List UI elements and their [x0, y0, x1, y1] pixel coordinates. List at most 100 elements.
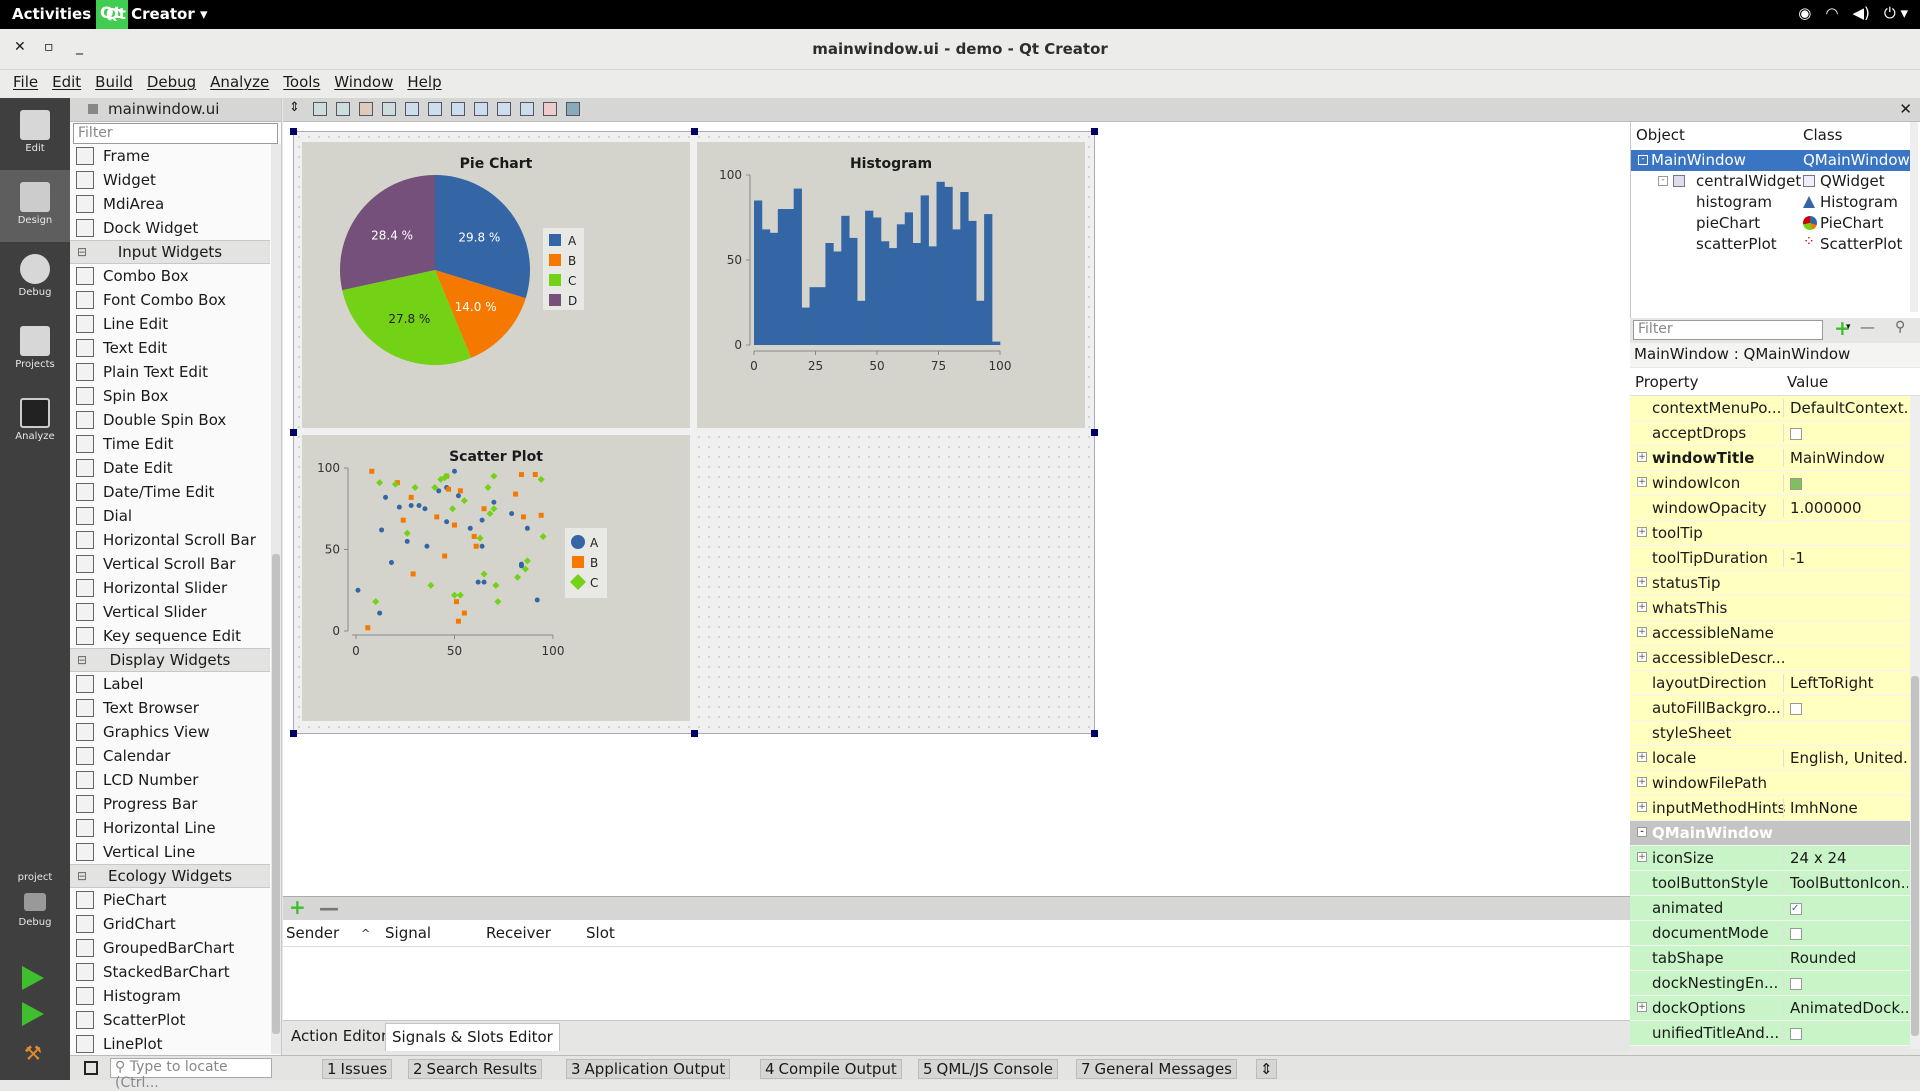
property-row[interactable]: + dockOptions AnimatedDock...: [1630, 996, 1910, 1021]
property-row[interactable]: acceptDrops: [1630, 421, 1910, 446]
widget-item[interactable]: GridChart: [70, 912, 270, 936]
menu-build[interactable]: Build: [88, 70, 140, 98]
resize-handle[interactable]: [1091, 128, 1098, 135]
widget-box-scrollbar[interactable]: [271, 144, 281, 1054]
widget-item[interactable]: Time Edit: [70, 432, 270, 456]
property-value[interactable]: ImhNone: [1783, 799, 1908, 817]
pane-menu-icon[interactable]: ⇕: [1256, 1059, 1277, 1079]
layout-grid-icon[interactable]: [520, 102, 534, 116]
property-value[interactable]: DefaultContext...: [1783, 399, 1908, 417]
property-value[interactable]: LeftToRight: [1783, 674, 1908, 692]
widget-item[interactable]: Vertical Slider: [70, 600, 270, 624]
widget-category[interactable]: ⊟ Ecology Widgets: [70, 864, 270, 888]
widget-item[interactable]: Horizontal Line: [70, 816, 270, 840]
expand-icon[interactable]: +: [1637, 477, 1647, 487]
scrollbar-thumb[interactable]: [1911, 676, 1919, 1036]
object-column-header[interactable]: Object: [1636, 126, 1685, 144]
property-row[interactable]: + iconSize 24 x 24: [1630, 846, 1910, 871]
property-row[interactable]: - QMainWindow: [1630, 821, 1910, 846]
layout-vertical-icon[interactable]: [428, 102, 442, 116]
widget-item[interactable]: Frame: [70, 144, 270, 168]
property-column-header[interactable]: Property: [1635, 373, 1698, 391]
resize-handle[interactable]: [290, 730, 297, 737]
widget-item[interactable]: Text Browser: [70, 696, 270, 720]
resize-handle[interactable]: [290, 128, 297, 135]
property-row[interactable]: + accessibleDescr...: [1630, 646, 1910, 671]
menu-help[interactable]: Help: [400, 70, 448, 98]
menu-window[interactable]: Window: [327, 70, 400, 98]
mode-edit[interactable]: Edit: [0, 98, 70, 170]
widget-item[interactable]: Font Combo Box: [70, 288, 270, 312]
mode-debug[interactable]: Debug: [0, 242, 70, 314]
widget-item[interactable]: Vertical Scroll Bar: [70, 552, 270, 576]
property-row[interactable]: tabShape Rounded: [1630, 946, 1910, 971]
property-value[interactable]: [1783, 1024, 1908, 1042]
widget-item[interactable]: Histogram: [70, 984, 270, 1008]
layout-h-splitter-icon[interactable]: [451, 102, 465, 116]
edit-widgets-icon[interactable]: [313, 102, 327, 116]
property-value[interactable]: 1.000000: [1783, 499, 1908, 517]
tab-signals-slots-editor[interactable]: Signals & Slots Editor: [385, 1023, 560, 1051]
expand-icon[interactable]: +: [1637, 1002, 1647, 1012]
widget-item[interactable]: Vertical Line: [70, 840, 270, 864]
property-row[interactable]: + windowFilePath: [1630, 771, 1910, 796]
mode-analyze[interactable]: Analyze: [0, 386, 70, 458]
property-row[interactable]: animated ✓: [1630, 896, 1910, 921]
add-connection-icon[interactable]: +: [289, 895, 306, 919]
run-icon[interactable]: [22, 966, 44, 990]
object-row-scatterplot[interactable]: scatterPlot ⁘ ScatterPlot: [1631, 234, 1911, 255]
widget-item[interactable]: Horizontal Scroll Bar: [70, 528, 270, 552]
object-inspector-scrollbar[interactable]: [1910, 122, 1918, 312]
property-row[interactable]: + accessibleName: [1630, 621, 1910, 646]
property-value[interactable]: Rounded: [1783, 949, 1908, 967]
property-checkbox[interactable]: [1790, 977, 1802, 990]
object-row-mainwindow[interactable]: - MainWindow QMainWindow: [1631, 150, 1911, 171]
value-column-header[interactable]: Value: [1787, 373, 1828, 391]
property-scrollbar[interactable]: [1910, 396, 1920, 1049]
expand-icon[interactable]: +: [1637, 752, 1647, 762]
property-row[interactable]: contextMenuPo... DefaultContext...: [1630, 396, 1910, 421]
accessibility-icon[interactable]: ◉: [1798, 4, 1811, 22]
widget-item[interactable]: MdiArea: [70, 192, 270, 216]
property-checkbox[interactable]: ✓: [1790, 902, 1802, 915]
break-layout-icon[interactable]: [543, 102, 557, 116]
collapse-icon[interactable]: -: [1638, 155, 1648, 165]
column-signal[interactable]: Signal: [385, 924, 431, 942]
remove-property-icon[interactable]: —: [1860, 318, 1875, 336]
menu-debug[interactable]: Debug: [140, 70, 203, 98]
widget-item[interactable]: Dial: [70, 504, 270, 528]
wifi-icon[interactable]: ◠: [1825, 4, 1838, 22]
resize-handle[interactable]: [290, 429, 297, 436]
collapse-icon[interactable]: ⊟: [77, 241, 87, 263]
output-pane-button[interactable]: 2 Search Results: [408, 1059, 543, 1079]
property-row[interactable]: dockNestingEn...: [1630, 971, 1910, 996]
widget-item[interactable]: Horizontal Slider: [70, 576, 270, 600]
collapse-icon[interactable]: ⊟: [77, 649, 87, 671]
collapse-icon[interactable]: -: [1658, 176, 1668, 186]
expand-icon[interactable]: +: [1637, 577, 1647, 587]
mode-design[interactable]: Design: [0, 170, 70, 242]
debug-run-icon[interactable]: [22, 1002, 44, 1026]
edit-signals-icon[interactable]: [336, 102, 350, 116]
output-pane-button[interactable]: 5 QML/JS Console: [918, 1059, 1058, 1079]
expand-icon[interactable]: +: [1637, 852, 1647, 862]
widget-item[interactable]: Graphics View: [70, 720, 270, 744]
adjust-size-icon[interactable]: [566, 102, 580, 116]
widget-item[interactable]: StackedBarChart: [70, 960, 270, 984]
column-slot[interactable]: Slot: [586, 924, 615, 942]
property-value[interactable]: MainWindow: [1783, 449, 1908, 467]
widget-item[interactable]: Combo Box: [70, 264, 270, 288]
property-row[interactable]: toolTipDuration -1: [1630, 546, 1910, 571]
power-icon[interactable]: ⏻ ▾: [1884, 4, 1908, 22]
layout-horizontal-icon[interactable]: [405, 102, 419, 116]
property-value[interactable]: [1783, 424, 1908, 442]
widget-item[interactable]: Label: [70, 672, 270, 696]
class-column-header[interactable]: Class: [1803, 126, 1842, 144]
expand-icon[interactable]: +: [1637, 652, 1647, 662]
object-row-centralwidget[interactable]: - centralWidget QWidget: [1631, 171, 1911, 192]
main-window-form[interactable]: Pie Chart 29.8 % 14.0 % 27.8 % 28.4 % A B C D H…: [290, 128, 1098, 737]
property-value[interactable]: English, United...: [1783, 749, 1908, 767]
property-row[interactable]: + windowTitle MainWindow: [1630, 446, 1910, 471]
build-hammer-icon[interactable]: ⚒: [24, 1042, 46, 1064]
widget-item[interactable]: Date Edit: [70, 456, 270, 480]
